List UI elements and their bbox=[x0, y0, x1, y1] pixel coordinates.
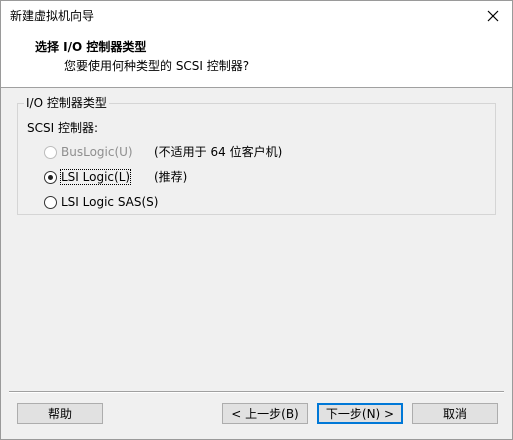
radio-button[interactable] bbox=[44, 146, 57, 159]
radio-label-buslogic[interactable]: BusLogic(U) bbox=[61, 145, 133, 159]
radio-button[interactable] bbox=[44, 196, 57, 209]
radio-button[interactable] bbox=[44, 171, 57, 184]
wizard-window: 新建虚拟机向导 选择 I/O 控制器类型 您要使用何种类型的 SCSI 控制器?… bbox=[0, 0, 513, 440]
scsi-controller-label: SCSI 控制器: bbox=[27, 121, 99, 135]
footer-separator bbox=[9, 391, 504, 393]
header-subtitle: 您要使用何种类型的 SCSI 控制器? bbox=[64, 59, 250, 73]
window-title: 新建虚拟机向导 bbox=[10, 9, 95, 23]
help-button[interactable]: 帮助 bbox=[17, 403, 103, 424]
wizard-header: 选择 I/O 控制器类型 您要使用何种类型的 SCSI 控制器? bbox=[1, 31, 512, 88]
radio-note-buslogic: (不适用于 64 位客户机) bbox=[154, 145, 283, 159]
radio-selected-dot bbox=[48, 175, 53, 180]
io-controller-group: I/O 控制器类型 SCSI 控制器: BusLogic(U) (不适用于 64… bbox=[17, 96, 496, 215]
radio-label-lsi-logic[interactable]: LSI Logic(L) bbox=[59, 169, 132, 185]
cancel-button[interactable]: 取消 bbox=[412, 403, 498, 424]
next-button[interactable]: 下一步(N) > bbox=[317, 403, 403, 424]
title-bar: 新建虚拟机向导 bbox=[1, 1, 512, 31]
radio-label-lsi-logic-sas[interactable]: LSI Logic SAS(S) bbox=[61, 195, 158, 209]
header-title: 选择 I/O 控制器类型 bbox=[35, 40, 147, 54]
radio-note-lsi-logic: (推荐) bbox=[154, 170, 188, 184]
group-legend: I/O 控制器类型 bbox=[24, 96, 109, 110]
back-button[interactable]: < 上一步(B) bbox=[222, 403, 308, 424]
close-icon bbox=[487, 10, 499, 22]
close-button[interactable] bbox=[474, 1, 512, 31]
